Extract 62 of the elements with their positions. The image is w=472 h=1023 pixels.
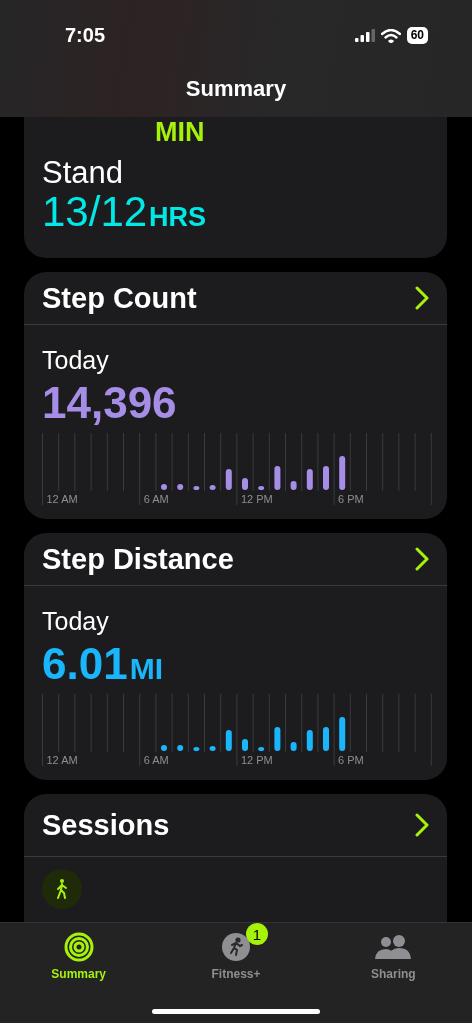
chart-bar: [242, 478, 248, 490]
card-title: Sessions: [42, 808, 170, 842]
chart-bar: [339, 456, 346, 490]
chart-bar: [193, 747, 200, 751]
card-title: Step Count: [42, 281, 197, 315]
chart-bar: [258, 747, 265, 751]
period-label: Today: [42, 606, 110, 636]
chart-bar: [161, 484, 167, 490]
tab-item[interactable]: Sharing: [314, 923, 472, 1023]
activity-rings-icon: [63, 932, 94, 962]
axis-label: 6 AM: [143, 493, 169, 505]
notification-badge: 1: [246, 923, 268, 945]
runner-icon: [222, 933, 250, 961]
ring-value: 13/12: [42, 191, 148, 233]
ring-unit: HRS: [149, 201, 207, 234]
chart-bar: [323, 727, 329, 751]
metric-unit: MI: [129, 652, 163, 686]
axis-label: 12 AM: [46, 754, 78, 766]
chevron-icon: [415, 813, 429, 837]
metric-card[interactable]: Step Distance Today 6.01MI 12 AM 6 AM 12 PM 6 PM: [24, 533, 447, 780]
axis-label: 6 AM: [143, 754, 169, 766]
chart-bar: [306, 469, 313, 490]
chart-bar: [177, 484, 184, 490]
chart-bar: [177, 745, 184, 751]
chevron-icon: [415, 547, 429, 571]
battery-level: 60: [406, 27, 428, 44]
chart-bar: [306, 730, 313, 751]
sessions-card[interactable]: Sessions: [24, 794, 447, 923]
chart-bar: [225, 469, 232, 490]
chart-bar: [258, 486, 265, 490]
signal-icon: [354, 29, 375, 42]
ring-unit: MIN: [154, 117, 205, 147]
chevron-icon: [415, 286, 429, 310]
metric-card[interactable]: Step Count Today 14,396 12 AM 6 AM 12 PM 6 PM: [24, 272, 447, 519]
metric-value: 14,396: [42, 379, 177, 427]
axis-label: 6 PM: [338, 493, 364, 505]
chart-bar: [225, 730, 232, 751]
axis-label: 12 PM: [240, 754, 273, 766]
chart-bar: [274, 466, 281, 490]
wifi-icon: [380, 28, 401, 43]
axis-label: 6 PM: [338, 754, 364, 766]
people-icon: [374, 933, 413, 961]
nav-title: Summary: [185, 76, 287, 101]
chart-bar: [339, 717, 346, 751]
chart-bar: [193, 486, 200, 490]
axis-label: 12 PM: [240, 493, 273, 505]
axis-label: 12 AM: [46, 493, 78, 505]
chart-bar: [274, 727, 281, 751]
chart-bar: [242, 739, 248, 751]
tab-item[interactable]: Summary: [0, 923, 158, 1023]
status-time: 7:05: [65, 24, 107, 47]
chart-bar: [209, 485, 216, 490]
ring-label: Stand: [42, 155, 124, 191]
card-title: Step Distance: [42, 542, 234, 576]
chart-bar: [323, 466, 329, 490]
period-label: Today: [42, 345, 110, 375]
walking-icon: [42, 869, 82, 909]
metric-value: 6.01: [42, 640, 128, 688]
chart-bar: [161, 745, 167, 751]
chart-bar: [290, 742, 297, 751]
chart-bar: [209, 746, 216, 751]
chart-bar: [290, 481, 297, 490]
